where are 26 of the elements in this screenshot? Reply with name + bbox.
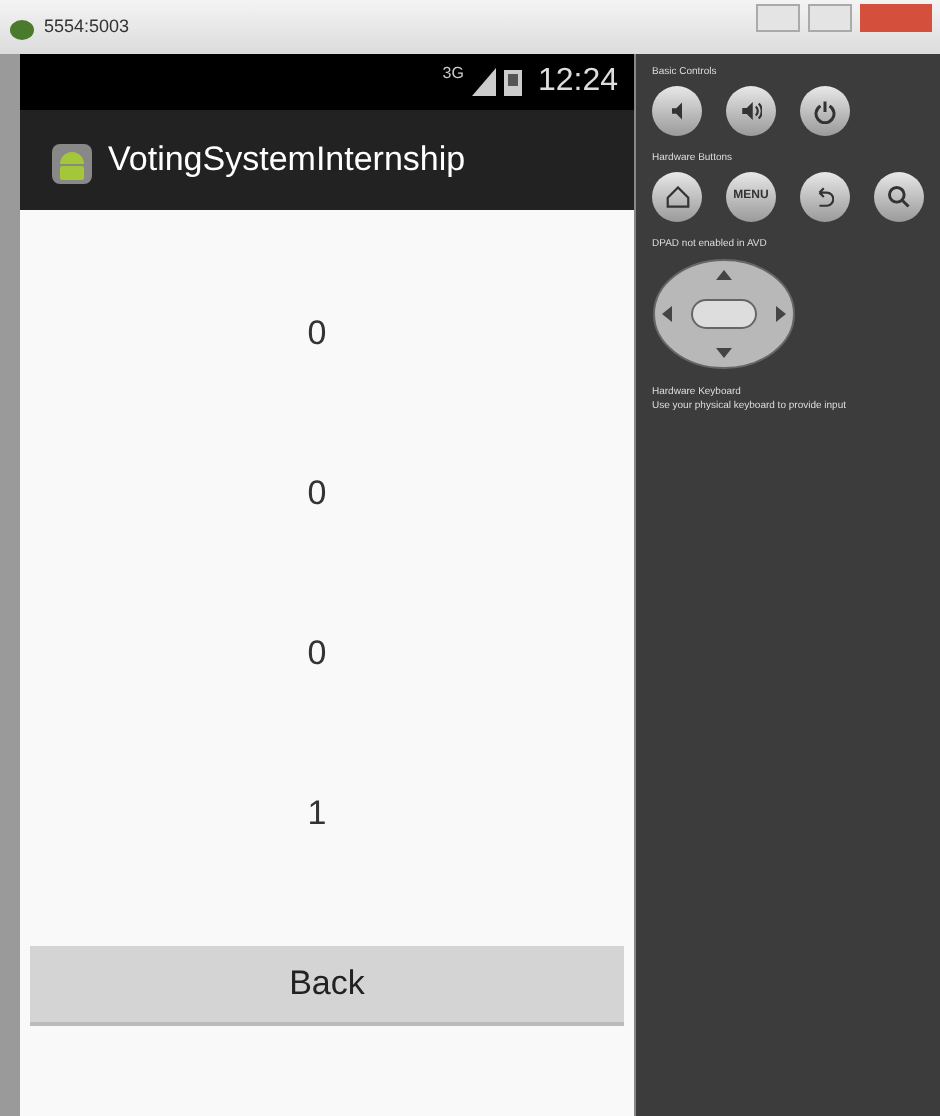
speaker-icon — [741, 102, 761, 120]
back-key-button[interactable] — [800, 172, 850, 222]
vote-count: 1 — [307, 794, 327, 834]
search-icon — [888, 186, 910, 208]
back-arrow-icon — [817, 186, 833, 208]
volume-up-button[interactable] — [726, 86, 776, 136]
clock: 12:24 — [537, 62, 618, 102]
app-icon — [8, 15, 36, 39]
battery-icon — [503, 68, 522, 96]
dpad-drawing[interactable] — [652, 258, 796, 370]
home-icon — [665, 186, 689, 208]
search-button[interactable] — [874, 172, 924, 222]
speaker-icon — [672, 102, 682, 120]
back-button[interactable]: Back — [30, 946, 624, 1026]
network-type: 3G — [442, 62, 464, 86]
power-icon — [814, 99, 836, 123]
signal-icon — [471, 68, 496, 96]
vote-count: 0 — [307, 314, 327, 354]
home-button[interactable] — [652, 172, 702, 222]
power-button[interactable] — [800, 86, 850, 136]
close-button[interactable] — [860, 3, 932, 31]
app-title: VotingSystemInternship — [108, 138, 466, 183]
vote-count: 0 — [307, 634, 327, 674]
volume-down-button[interactable] — [652, 86, 702, 136]
vote-count: 0 — [307, 474, 327, 514]
window-title: 5554:5003 — [44, 13, 130, 40]
